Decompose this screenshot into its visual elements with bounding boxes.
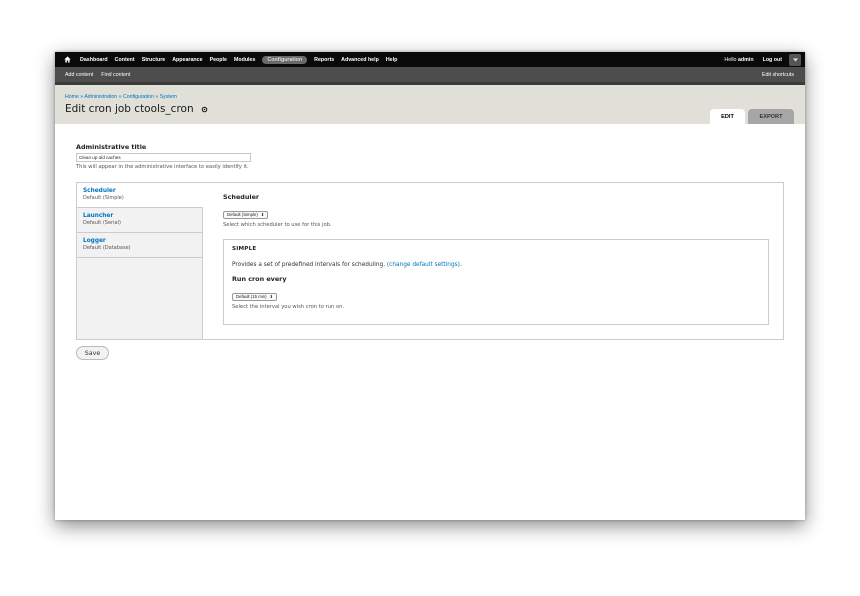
scheduler-label: Scheduler [223,193,260,201]
toolbar-item-reports[interactable]: Reports [314,57,334,63]
fieldset-description: Provides a set of predefined intervals f… [232,262,760,268]
greeting-prefix: Hello [724,56,738,63]
toolbar-item-structure[interactable]: Structure [142,57,166,63]
scheduler-pane: Scheduler Default (Simple) ⬍ Select whic… [223,193,769,325]
chevron-down-icon[interactable] [789,53,801,66]
toolbar-item-modules[interactable]: Modules [234,57,255,63]
vertical-tab-title: Launcher [83,213,114,219]
browser-window: Dashboard Content Structure Appearance P… [55,52,805,520]
scheduler-select[interactable]: Default (Simple) ⬍ [223,210,269,219]
shortcut-find-content[interactable]: Find content [101,72,130,78]
toolbar-item-advanced-help[interactable]: Advanced help [341,57,379,63]
tab-edit[interactable]: EDIT [710,109,745,124]
page-title: Edit cron job ctools_cron [65,103,194,115]
run-cron-select-value: Default (15 min) [236,294,267,299]
admin-title-description: This will appear in the administrative i… [76,164,249,170]
vertical-tab-title: Scheduler [83,188,116,194]
vertical-tab-launcher[interactable]: Launcher Default (Serial) [77,208,202,233]
vertical-tabs: Scheduler Default (Simple) Launcher Defa… [76,182,784,340]
gear-icon[interactable] [201,106,208,113]
vertical-tab-scheduler[interactable]: Scheduler Default (Simple) [77,183,203,208]
edit-shortcuts-link[interactable]: Edit shortcuts [762,72,794,78]
vertical-tab-summary: Default (Simple) [83,195,124,201]
main-content: Administrative title Clean up old caches… [76,138,784,360]
logout-link[interactable]: Log out [763,57,782,63]
run-cron-label: Run cron every [232,275,287,283]
tab-export[interactable]: EXPORT [748,109,794,124]
vertical-tab-summary: Default (Serial) [83,220,121,226]
toolbar-item-help[interactable]: Help [386,57,397,63]
save-button[interactable]: Save [76,346,109,360]
primary-tabs: EDIT EXPORT [707,109,794,124]
up-down-arrow-icon: ⬍ [260,212,265,217]
change-default-settings-link[interactable]: (change default settings) [387,262,460,268]
toolbar-item-people[interactable]: People [210,57,227,63]
vertical-tab-title: Logger [83,238,106,244]
vertical-tab-logger[interactable]: Logger Default (Database) [77,233,202,258]
fieldset-text: Provides a set of predefined intervals f… [232,262,386,268]
page-header: Home » Administration » Configuration » … [55,85,805,124]
user-link[interactable]: admin [738,57,754,63]
scheduler-select-value: Default (Simple) [227,212,258,217]
vertical-tab-list: Scheduler Default (Simple) Launcher Defa… [77,183,203,339]
shortcuts-bar: Add content Find content Edit shortcuts [55,67,805,85]
admin-toolbar: Dashboard Content Structure Appearance P… [55,52,805,67]
toolbar-item-content[interactable]: Content [115,57,135,63]
up-down-arrow-icon: ⬍ [269,294,273,299]
toolbar-item-appearance[interactable]: Appearance [172,57,202,63]
run-cron-description: Select the interval you wish cron to run… [232,304,345,310]
shortcut-add-content[interactable]: Add content [65,72,93,78]
admin-title-input[interactable]: Clean up old caches [76,153,251,162]
admin-title-label: Administrative title [76,143,147,151]
toolbar-item-configuration[interactable]: Configuration [262,55,308,64]
run-cron-select[interactable]: Default (15 min) ⬍ [232,292,277,301]
home-icon[interactable] [64,56,74,63]
page-title-row: Edit cron job ctools_cron [65,103,208,115]
fieldset-legend: SIMPLE [232,246,257,252]
toolbar-item-dashboard[interactable]: Dashboard [80,57,108,63]
simple-fieldset: SIMPLE Provides a set of predefined inte… [223,239,769,325]
scheduler-description: Select which scheduler to use for this j… [223,222,332,228]
breadcrumb[interactable]: Home » Administration » Configuration » … [65,94,177,100]
vertical-tab-summary: Default (Database) [83,245,131,251]
fieldset-period: . [459,262,462,268]
user-greeting: Hello admin [724,57,753,63]
